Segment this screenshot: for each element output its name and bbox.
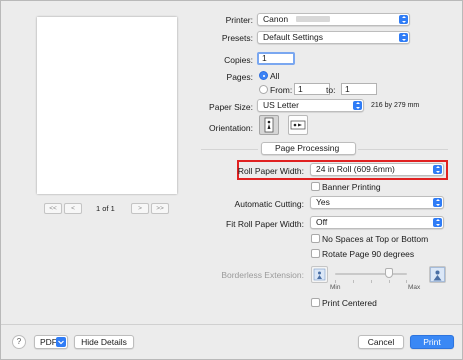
pages-label: Pages: bbox=[226, 72, 253, 82]
chevron-updown-icon bbox=[399, 15, 408, 24]
banner-printing-checkbox[interactable] bbox=[311, 182, 320, 191]
footer-separator bbox=[1, 324, 462, 325]
printer-value: Canon bbox=[263, 14, 289, 24]
pages-all-label: All bbox=[270, 71, 280, 81]
page-indicator: 1 of 1 bbox=[96, 204, 115, 213]
pages-to-field[interactable]: 1 bbox=[341, 83, 377, 95]
cancel-button[interactable]: Cancel bbox=[358, 335, 404, 349]
presets-select[interactable]: Default Settings bbox=[257, 31, 410, 44]
slider-tick bbox=[335, 280, 336, 283]
fit-roll-paper-width-select[interactable]: Off bbox=[310, 216, 444, 229]
slider-tick bbox=[406, 280, 407, 283]
slider-max-label: Max bbox=[408, 284, 421, 291]
slider-min-label: Min bbox=[330, 284, 341, 291]
person-large-icon bbox=[430, 267, 445, 282]
landscape-button[interactable] bbox=[288, 115, 308, 135]
paper-size-select[interactable]: US Letter bbox=[257, 99, 364, 112]
automatic-cutting-select[interactable]: Yes bbox=[310, 196, 444, 209]
chevron-updown-icon bbox=[399, 33, 408, 42]
portrait-button[interactable] bbox=[259, 115, 279, 135]
rotate-label: Rotate Page 90 degrees bbox=[322, 249, 415, 259]
chevron-updown-icon bbox=[433, 165, 442, 174]
copies-label: Copies: bbox=[224, 55, 253, 65]
slider-tick bbox=[389, 280, 390, 283]
slider-tick bbox=[353, 280, 354, 283]
landscape-icon bbox=[290, 120, 306, 130]
min-extension-icon bbox=[311, 266, 328, 283]
automatic-cutting-label: Automatic Cutting: bbox=[234, 199, 304, 209]
chevron-updown-icon bbox=[345, 144, 354, 153]
slider-knob[interactable] bbox=[385, 268, 393, 278]
presets-value: Default Settings bbox=[263, 32, 324, 42]
rotate-checkbox[interactable] bbox=[311, 249, 320, 258]
printer-label: Printer: bbox=[225, 15, 253, 25]
no-spaces-label: No Spaces at Top or Bottom bbox=[322, 234, 429, 244]
roll-paper-width-value: 24 in Roll (609.6mm) bbox=[316, 164, 395, 174]
roll-paper-width-label: Roll Paper Width: bbox=[237, 166, 304, 176]
fit-roll-paper-width-value: Off bbox=[316, 217, 328, 227]
presets-label: Presets: bbox=[221, 33, 253, 43]
banner-printing-label: Banner Printing bbox=[322, 182, 381, 192]
chevron-down-icon bbox=[56, 337, 66, 347]
section-select[interactable]: Page Processing bbox=[261, 142, 356, 155]
person-small-icon bbox=[313, 268, 326, 281]
pages-from-label: From: bbox=[270, 85, 293, 95]
section-value: Page Processing bbox=[275, 143, 340, 153]
pdf-menu-button[interactable]: PDF bbox=[34, 335, 68, 349]
hide-details-button[interactable]: Hide Details bbox=[74, 335, 134, 349]
next-page-button[interactable]: > bbox=[131, 203, 149, 214]
copies-field[interactable]: 1 bbox=[257, 52, 295, 65]
print-dialog: << < 1 of 1 > >> Printer: Canon Presets:… bbox=[0, 0, 463, 360]
automatic-cutting-value: Yes bbox=[316, 197, 330, 207]
separator-left bbox=[201, 149, 258, 150]
borderless-extension-slider[interactable] bbox=[335, 273, 407, 275]
chevron-updown-icon bbox=[353, 101, 362, 110]
pages-all-radio[interactable] bbox=[259, 71, 268, 80]
print-centered-checkbox[interactable] bbox=[311, 298, 320, 307]
chevron-updown-icon bbox=[433, 218, 442, 227]
paper-dimensions: 216 by 279 mm bbox=[371, 102, 420, 109]
help-button[interactable]: ? bbox=[12, 335, 26, 349]
print-centered-label: Print Centered bbox=[322, 298, 377, 308]
printer-select[interactable]: Canon bbox=[257, 13, 410, 26]
pages-from-field[interactable]: 1 bbox=[294, 83, 330, 95]
paper-size-value: US Letter bbox=[263, 100, 299, 110]
slider-tick bbox=[371, 280, 372, 283]
print-button[interactable]: Print bbox=[410, 335, 454, 349]
separator-right bbox=[358, 149, 448, 150]
borderless-extension-label: Borderless Extension: bbox=[221, 270, 304, 280]
last-page-button[interactable]: >> bbox=[151, 203, 169, 214]
redacted-model-name bbox=[296, 16, 330, 22]
fit-roll-paper-width-label: Fit Roll Paper Width: bbox=[226, 219, 304, 229]
pages-range-radio[interactable] bbox=[259, 85, 268, 94]
pages-to-label: to: bbox=[326, 85, 336, 95]
page-preview bbox=[37, 17, 177, 194]
portrait-icon bbox=[264, 117, 274, 133]
paper-size-label: Paper Size: bbox=[209, 102, 253, 112]
max-extension-icon bbox=[429, 266, 446, 283]
pdf-label: PDF bbox=[40, 337, 57, 347]
chevron-updown-icon bbox=[433, 198, 442, 207]
orientation-label: Orientation: bbox=[209, 123, 253, 133]
previous-page-button[interactable]: < bbox=[64, 203, 82, 214]
roll-paper-width-select[interactable]: 24 in Roll (609.6mm) bbox=[310, 163, 444, 176]
first-page-button[interactable]: << bbox=[44, 203, 62, 214]
no-spaces-checkbox[interactable] bbox=[311, 234, 320, 243]
